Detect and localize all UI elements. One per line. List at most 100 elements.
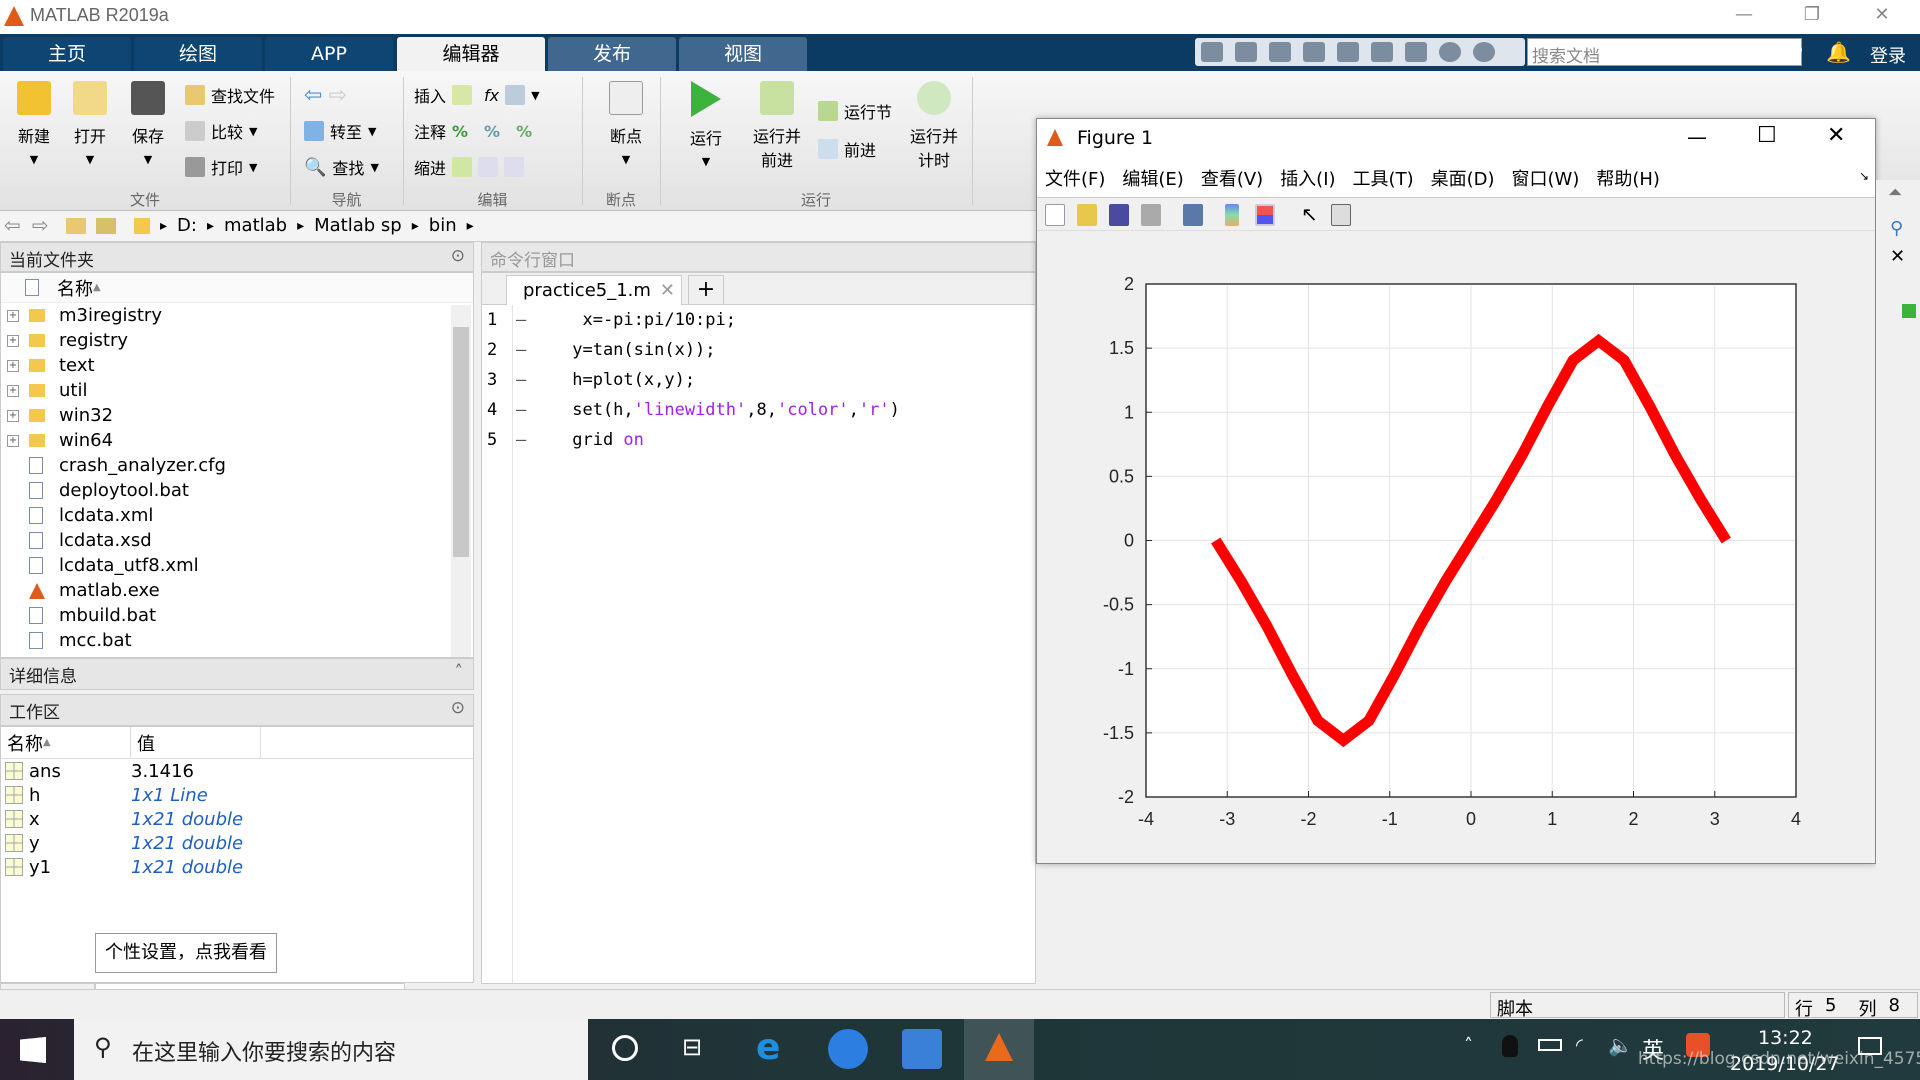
save-figure-icon[interactable] bbox=[1109, 204, 1129, 226]
name-column-header[interactable]: 名称 bbox=[7, 730, 43, 756]
file-list-item[interactable]: mbuild.bat bbox=[1, 603, 473, 628]
undo-icon[interactable] bbox=[1337, 42, 1359, 62]
file-list-item[interactable]: lcdata_utf8.xml bbox=[1, 553, 473, 578]
redo-icon[interactable] bbox=[1371, 42, 1393, 62]
back-arrow-icon[interactable]: ⇦ bbox=[304, 83, 322, 108]
help-icon[interactable] bbox=[1439, 42, 1461, 62]
sogou-browser-icon[interactable] bbox=[828, 1029, 868, 1069]
breadcrumb-item[interactable]: matlab bbox=[224, 215, 287, 236]
breadcrumb-arrow-icon[interactable]: ▸ bbox=[207, 218, 214, 236]
tab-publish[interactable]: 发布 bbox=[548, 37, 676, 71]
name-column-header[interactable]: 名称 bbox=[57, 275, 93, 301]
figure-menu-item[interactable]: 查看(V) bbox=[1201, 165, 1263, 191]
print-figure-icon[interactable] bbox=[1141, 204, 1161, 226]
figure-menu-item[interactable]: 文件(F) bbox=[1045, 165, 1105, 191]
edge-browser-icon[interactable]: e bbox=[756, 1027, 780, 1068]
code-line[interactable]: 2 — y=tan(sin(x)); bbox=[482, 335, 716, 365]
command-window-header[interactable]: 命令行窗口 bbox=[481, 242, 1036, 272]
legend-icon[interactable] bbox=[1255, 204, 1275, 226]
new-figure-icon[interactable] bbox=[1045, 204, 1065, 226]
save-button[interactable]: 保存 ▼ bbox=[126, 81, 170, 166]
tab-editor[interactable]: 编辑器 bbox=[397, 37, 545, 71]
wrap-comment-icon[interactable]: % bbox=[516, 122, 532, 141]
qq-icon[interactable] bbox=[1502, 1035, 1518, 1057]
tab-home[interactable]: 主页 bbox=[3, 37, 131, 71]
code-line[interactable]: 5 — grid on bbox=[482, 425, 644, 455]
code-area[interactable]: 1 — x=-pi:pi/10:pi; 2 — y=tan(sin(x)); 3 — h=… bbox=[482, 305, 1035, 983]
open-file-icon[interactable] bbox=[1077, 204, 1097, 226]
comment-button[interactable]: 注释%%% bbox=[414, 119, 532, 143]
workspace-row[interactable]: h 1x1 Line bbox=[1, 783, 473, 807]
indent-button[interactable]: 缩进 bbox=[414, 155, 525, 179]
fx-icon[interactable]: fx bbox=[484, 86, 499, 105]
save-icon[interactable] bbox=[1201, 42, 1223, 62]
figure-minimize-button[interactable]: — bbox=[1687, 125, 1707, 149]
switch-windows-icon[interactable] bbox=[1405, 42, 1427, 62]
colorbar-icon[interactable] bbox=[1225, 204, 1239, 226]
find-button[interactable]: 🔍 查找 ▼ bbox=[304, 155, 379, 179]
file-list-item[interactable]: + text bbox=[1, 353, 473, 378]
volume-icon[interactable]: 🔈 bbox=[1608, 1033, 1633, 1057]
new-tab-button[interactable]: + bbox=[688, 275, 724, 305]
chevron-up-icon[interactable]: ˄ bbox=[455, 662, 464, 682]
wifi-icon[interactable]: ◜ bbox=[1576, 1035, 1583, 1056]
wps-icon[interactable] bbox=[902, 1029, 942, 1069]
value-column-header[interactable]: 值 bbox=[131, 727, 261, 758]
file-list-scrollbar[interactable] bbox=[451, 305, 471, 657]
file-list-item[interactable]: matlab.exe bbox=[1, 578, 473, 603]
clock-time[interactable]: 13:22 bbox=[1758, 1027, 1813, 1049]
breadcrumb-arrow-icon[interactable]: ▸ bbox=[412, 218, 419, 236]
minimize-button[interactable]: — bbox=[1724, 4, 1764, 25]
workspace-row[interactable]: y 1x21 double bbox=[1, 831, 473, 855]
file-list-item[interactable]: crash_analyzer.cfg bbox=[1, 453, 473, 478]
file-list-item[interactable]: + registry bbox=[1, 328, 473, 353]
expand-icon[interactable]: + bbox=[7, 334, 19, 347]
file-list-item[interactable]: + win32 bbox=[1, 403, 473, 428]
expand-icon[interactable]: + bbox=[7, 409, 19, 422]
figure-maximize-button[interactable]: ☐ bbox=[1757, 123, 1777, 148]
run-and-advance-button[interactable]: 运行并 前进 bbox=[746, 81, 808, 171]
breadcrumb-arrow-icon[interactable]: ▸ bbox=[297, 218, 304, 236]
tab-view[interactable]: 视图 bbox=[679, 37, 807, 71]
file-list-item[interactable]: + m3iregistry bbox=[1, 303, 473, 328]
paste-icon[interactable] bbox=[1303, 42, 1325, 62]
figure-menu-item[interactable]: 桌面(D) bbox=[1431, 165, 1495, 191]
advance-button[interactable]: 前进 bbox=[818, 137, 876, 161]
figure-menu-item[interactable]: 编辑(E) bbox=[1122, 165, 1183, 191]
scrollbar-thumb[interactable] bbox=[453, 327, 469, 557]
new-button[interactable]: 新建 ▼ bbox=[12, 81, 56, 166]
uncomment-icon[interactable]: % bbox=[484, 122, 500, 141]
matlab-taskbar-button[interactable] bbox=[964, 1019, 1034, 1080]
back-forward[interactable]: ⇦ ⇨ bbox=[304, 83, 347, 108]
search-icon[interactable]: ⚲ bbox=[1890, 218, 1903, 239]
decrease-indent-icon[interactable] bbox=[504, 157, 525, 177]
file-list-item[interactable]: mcc.bat bbox=[1, 628, 473, 653]
restore-button[interactable]: ❐ bbox=[1792, 4, 1832, 25]
code-analyzer-status-icon[interactable] bbox=[1902, 304, 1916, 318]
figure-menu-item[interactable]: 帮助(H) bbox=[1596, 165, 1660, 191]
code-line[interactable]: 1 — x=-pi:pi/10:pi; bbox=[482, 305, 736, 335]
workspace-row[interactable]: y1 1x21 double bbox=[1, 855, 473, 879]
figure-close-button[interactable]: ✕ bbox=[1827, 123, 1845, 148]
close-button[interactable]: ✕ bbox=[1862, 4, 1902, 25]
link-plot-icon[interactable] bbox=[1183, 204, 1203, 226]
workspace-row[interactable]: x 1x21 double bbox=[1, 807, 473, 831]
pointer-icon[interactable]: ↖ bbox=[1301, 202, 1318, 226]
copy-icon[interactable] bbox=[1269, 42, 1291, 62]
property-inspector-icon[interactable] bbox=[1331, 204, 1351, 226]
breadcrumb-item[interactable]: Matlab sp bbox=[314, 215, 402, 236]
search-docs-input[interactable]: 搜索文档 bbox=[1527, 38, 1802, 67]
task-view-icon[interactable]: ⊟ bbox=[682, 1033, 702, 1061]
battery-icon[interactable] bbox=[1538, 1039, 1562, 1051]
comment-icon[interactable]: % bbox=[452, 122, 468, 141]
panel-menu-icon[interactable]: ⊙ bbox=[451, 246, 465, 266]
run-button[interactable]: 运行 ▼ bbox=[680, 81, 732, 168]
print-button[interactable]: 打印 ▼ bbox=[185, 155, 257, 179]
file-list-item[interactable]: deploytool.bat bbox=[1, 478, 473, 503]
plot-area[interactable]: -4 -3 -2 -1 0 1 2 3 4 2 1.5 1 0.5 0 -0.5 -1 -1.5 -2 bbox=[1037, 231, 1875, 863]
login-link[interactable]: 登录 bbox=[1870, 42, 1906, 68]
compare-button[interactable]: 比较 ▼ bbox=[185, 119, 257, 143]
search-icon[interactable]: ⚲ bbox=[1790, 42, 1803, 63]
browse-folder-icon[interactable] bbox=[96, 218, 116, 234]
figure-menu-item[interactable]: 工具(T) bbox=[1353, 165, 1414, 191]
